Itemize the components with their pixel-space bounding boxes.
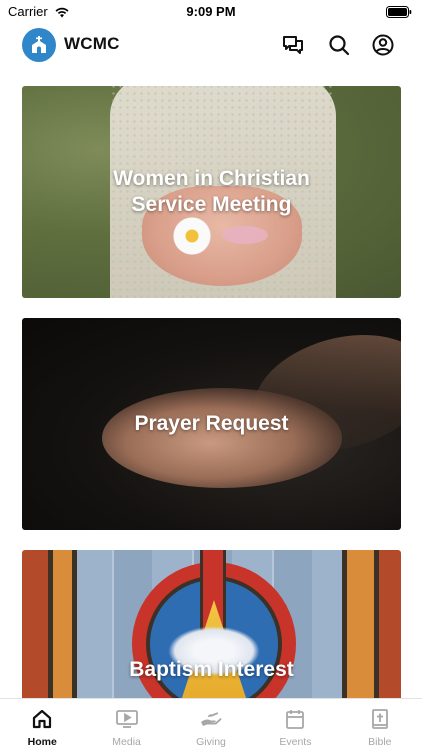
- app-title: WCMC: [64, 34, 120, 53]
- card-title: Women in Christian Service Meeting: [113, 167, 310, 216]
- tab-label: Events: [279, 736, 312, 748]
- tab-label: Giving: [196, 736, 226, 748]
- church-icon: [22, 28, 56, 62]
- card-image: [22, 550, 401, 710]
- tab-label: Bible: [368, 736, 392, 748]
- battery-icon: [386, 6, 412, 18]
- tab-label: Home: [27, 736, 57, 748]
- app-header: WCMC: [0, 26, 422, 66]
- tab-giving[interactable]: Giving: [169, 699, 253, 750]
- tab-bible[interactable]: Bible: [338, 699, 422, 750]
- calendar-icon: [283, 707, 307, 731]
- card-title: Prayer Request: [134, 412, 289, 435]
- status-time: 9:09 PM: [186, 4, 236, 19]
- giving-icon: [199, 707, 223, 731]
- tab-label: Media: [112, 736, 141, 748]
- search-icon[interactable]: [326, 32, 352, 58]
- card-prayer-request[interactable]: Prayer Request: [22, 318, 401, 530]
- chat-icon[interactable]: [280, 32, 306, 58]
- card-title: Baptism Interest: [129, 658, 294, 681]
- card-women-in-christian-service[interactable]: Women in Christian Service Meeting: [22, 86, 401, 298]
- tab-media[interactable]: Media: [84, 699, 168, 750]
- card-baptism-interest[interactable]: Baptism Interest: [22, 550, 401, 710]
- account-icon[interactable]: [370, 32, 396, 58]
- status-bar: Carrier 9:09 PM: [0, 0, 422, 24]
- tab-home[interactable]: Home: [0, 699, 84, 750]
- tab-events[interactable]: Events: [253, 699, 337, 750]
- tab-bar: Home Media Giving Events Bible: [0, 698, 422, 750]
- media-icon: [115, 707, 139, 731]
- home-icon: [30, 707, 54, 731]
- bible-icon: [368, 707, 392, 731]
